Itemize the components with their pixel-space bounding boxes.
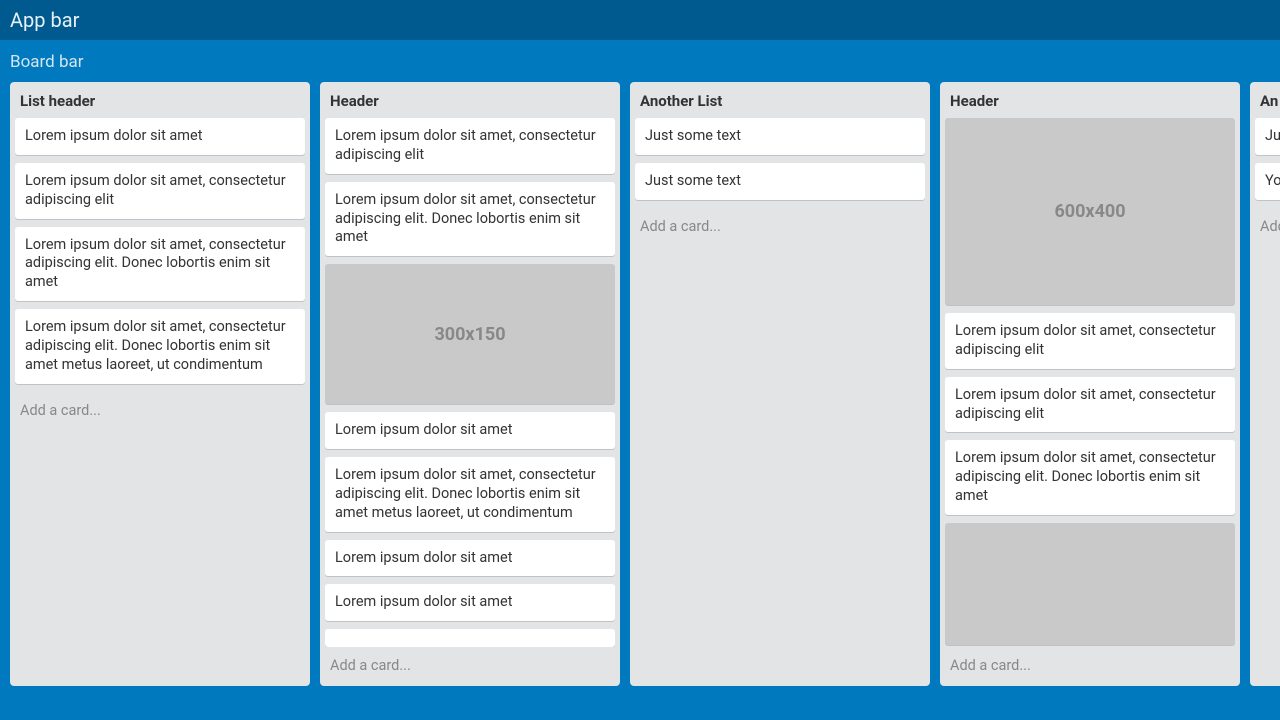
card[interactable]: Lorem ipsum dolor sit amet, consectetur … <box>945 377 1235 433</box>
list: Another ListJust some textJust some text… <box>630 82 930 686</box>
list-cards: Ju Yo <box>1250 118 1280 208</box>
app-bar: App bar <box>0 0 1280 40</box>
placeholder-label: 300x150 <box>434 323 505 346</box>
placeholder-label: 600x400 <box>1054 200 1125 223</box>
list-header[interactable]: An <box>1250 82 1280 118</box>
board: List headerLorem ipsum dolor sit ametLor… <box>0 82 1280 720</box>
add-card-button[interactable]: Add a card... <box>630 208 930 247</box>
card[interactable]: Lorem ipsum dolor sit amet, consectetur … <box>325 182 615 257</box>
list-cards: Lorem ipsum dolor sit amet Lorem ipsum do… <box>10 118 310 392</box>
card-image-placeholder[interactable] <box>945 523 1235 645</box>
add-card-button[interactable]: Add a card... <box>320 647 620 686</box>
list-header[interactable]: Header <box>940 82 1240 118</box>
card[interactable]: Lorem ipsum dolor sit amet, consectetur … <box>945 313 1235 369</box>
list-header[interactable]: Header <box>320 82 620 118</box>
card-image-placeholder[interactable]: 300x150 <box>325 264 615 404</box>
card[interactable]: Lorem ipsum dolor sit amet, consectetur … <box>15 163 305 219</box>
list-header[interactable]: List header <box>10 82 310 118</box>
list: HeaderLorem ipsum dolor sit amet, consec… <box>320 82 620 686</box>
card[interactable]: Lorem ipsum dolor sit amet, consectetur … <box>945 440 1235 515</box>
card[interactable]: Lorem ipsum dolor sit amet <box>325 412 615 449</box>
card[interactable]: Just some text <box>635 163 925 200</box>
board-bar-title: Board bar <box>10 52 84 72</box>
list-header[interactable]: Another List <box>630 82 930 118</box>
list-cards: Lorem ipsum dolor sit amet, consectetur … <box>320 118 620 647</box>
card[interactable] <box>325 629 615 647</box>
add-card-button[interactable]: Add a card... <box>10 392 310 431</box>
app-bar-title: App bar <box>10 8 79 32</box>
card[interactable]: Ju <box>1255 118 1280 155</box>
card[interactable]: Lorem ipsum dolor sit amet <box>325 540 615 577</box>
card[interactable]: Yo <box>1255 163 1280 200</box>
add-card-button[interactable]: Add a card... <box>940 647 1240 686</box>
card[interactable]: Lorem ipsum dolor sit amet, consectetur … <box>15 309 305 384</box>
card[interactable]: Lorem ipsum dolor sit amet <box>15 118 305 155</box>
card[interactable]: Lorem ipsum dolor sit amet, consectetur … <box>15 227 305 302</box>
list: List headerLorem ipsum dolor sit ametLor… <box>10 82 310 686</box>
card[interactable]: Lorem ipsum dolor sit amet, consectetur … <box>325 118 615 174</box>
list-cards: 600x400 Lorem ipsum dolor sit amet, conse… <box>940 118 1240 647</box>
card[interactable]: Lorem ipsum dolor sit amet <box>325 584 615 621</box>
list: AnJu Yo Add a card... <box>1250 82 1280 686</box>
board-bar: Board bar <box>0 40 1280 82</box>
card-image-placeholder[interactable]: 600x400 <box>945 118 1235 305</box>
card[interactable]: Lorem ipsum dolor sit amet, consectetur … <box>325 457 615 532</box>
add-card-button[interactable]: Add a card... <box>1250 208 1280 247</box>
list: Header 600x400 Lorem ipsum dolor sit amet,… <box>940 82 1240 686</box>
card[interactable]: Just some text <box>635 118 925 155</box>
list-cards: Just some text Just some text <box>630 118 930 208</box>
